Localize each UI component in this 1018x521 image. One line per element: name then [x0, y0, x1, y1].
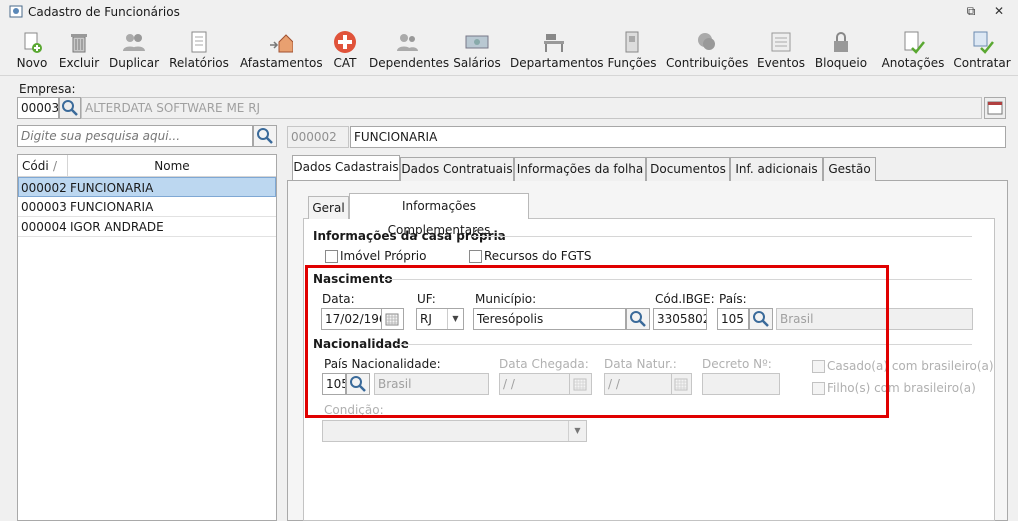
toolbar-afastamentos-button[interactable]: Afastamentos: [240, 24, 323, 76]
row-code: 000002: [21, 181, 67, 195]
current-code-field: 000002: [287, 126, 349, 148]
toolbar-eventos-button[interactable]: Eventos: [756, 24, 806, 76]
list-header: Códi / Nome: [18, 155, 276, 177]
contributions-icon: [698, 33, 715, 50]
toolbar-duplicar-button[interactable]: Duplicar: [108, 24, 160, 76]
toolbar-contribuicoes-button[interactable]: Contribuições: [666, 24, 748, 76]
current-name-input[interactable]: FUNCIONARIA: [350, 126, 1006, 148]
desk-icon: [544, 34, 564, 52]
subtab-geral[interactable]: Geral: [308, 196, 349, 219]
employee-list: Códi / Nome 000002 FUNCIONARIA 000003 FU…: [17, 154, 277, 521]
tab-inf-adicionais[interactable]: Inf. adicionais: [730, 157, 823, 181]
search-input[interactable]: Digite sua pesquisa aqui...: [17, 125, 253, 147]
imovel-proprio-checkbox[interactable]: [325, 250, 338, 263]
search-button[interactable]: [253, 125, 277, 147]
divider: [472, 236, 972, 237]
house-arrow-icon: [270, 34, 293, 53]
row-name: FUNCIONARIA: [70, 200, 154, 214]
row-code: 000003: [21, 200, 67, 214]
lock-icon: [834, 32, 848, 52]
recursos-fgts-checkbox[interactable]: [469, 250, 482, 263]
table-row[interactable]: 000003 FUNCIONARIA: [18, 197, 276, 217]
events-icon: [771, 32, 791, 52]
empresa-label: Empresa:: [19, 82, 76, 96]
close-button[interactable]: ✕: [990, 4, 1008, 20]
duplicate-users-icon: [123, 34, 145, 51]
tab-documentos[interactable]: Documentos: [646, 157, 730, 181]
empresa-search-button[interactable]: [59, 97, 81, 119]
imovel-proprio-label: Imóvel Próprio: [340, 249, 427, 263]
highlight-box: [305, 265, 889, 418]
tab-gestao[interactable]: Gestão: [823, 157, 876, 181]
restore-button[interactable]: ⧉: [962, 4, 980, 20]
cross-icon: [334, 31, 356, 53]
condicao-select: [322, 420, 587, 442]
chevron-down-icon: ▼: [568, 421, 586, 441]
toolbar-funcoes-button[interactable]: Funções: [606, 24, 658, 76]
table-row[interactable]: 000004 IGOR ANDRADE: [18, 217, 276, 237]
title-bar: Cadastro de Funcionários ⧉ ✕: [0, 0, 1018, 24]
new-icon: [24, 32, 42, 53]
trash-icon: [71, 34, 87, 53]
toolbar-bloqueio-button[interactable]: Bloqueio: [812, 24, 870, 76]
row-code: 000004: [21, 220, 67, 234]
toolbar-relatorios-button[interactable]: Relatórios: [168, 24, 230, 76]
dependents-icon: [397, 34, 418, 51]
toolbar-departamentos-button[interactable]: Departamentos: [510, 24, 604, 76]
report-icon: [191, 31, 207, 53]
toolbar-cat-button[interactable]: CAT: [328, 24, 362, 76]
toolbar: Novo Excluir Duplicar Relatórios Afastam…: [0, 24, 1018, 76]
toolbar-dependentes-button[interactable]: Dependentes: [369, 24, 449, 76]
notes-icon: [904, 31, 925, 54]
window-title: Cadastro de Funcionários: [28, 5, 180, 19]
column-header-code[interactable]: Códi: [22, 159, 49, 173]
toolbar-novo-button[interactable]: Novo: [12, 24, 52, 76]
empresa-name-field: ALTERDATA SOFTWARE ME RJ: [81, 97, 982, 119]
sort-indicator: /: [53, 159, 58, 173]
tab-dados-contratuais[interactable]: Dados Contratuais: [400, 157, 514, 181]
toolbar-contratar-button[interactable]: Contratar: [952, 24, 1012, 76]
search-icon: [257, 128, 273, 144]
empresa-code-input[interactable]: 00003: [17, 97, 59, 119]
row-name: FUNCIONARIA: [70, 181, 154, 195]
toolbar-salarios-button[interactable]: Salários: [452, 24, 502, 76]
table-row[interactable]: 000002 FUNCIONARIA: [18, 177, 276, 197]
hire-icon: [973, 31, 994, 54]
column-header-name[interactable]: Nome: [68, 159, 276, 173]
search-icon: [62, 100, 78, 116]
subtab-informacoes-complementares[interactable]: Informações Complementares: [349, 193, 529, 237]
money-icon: [465, 35, 489, 49]
toolbar-anotacoes-button[interactable]: Anotações: [878, 24, 948, 76]
calendar-button[interactable]: [984, 97, 1006, 119]
recursos-fgts-label: Recursos do FGTS: [484, 249, 592, 263]
badge-icon: [625, 31, 639, 53]
toolbar-excluir-button[interactable]: Excluir: [58, 24, 100, 76]
calendar-icon: [987, 101, 1003, 115]
app-icon: [9, 5, 23, 18]
tab-informacoes-folha[interactable]: Informações da folha: [514, 157, 646, 181]
row-name: IGOR ANDRADE: [70, 220, 164, 234]
tab-dados-cadastrais[interactable]: Dados Cadastrais: [292, 155, 400, 180]
